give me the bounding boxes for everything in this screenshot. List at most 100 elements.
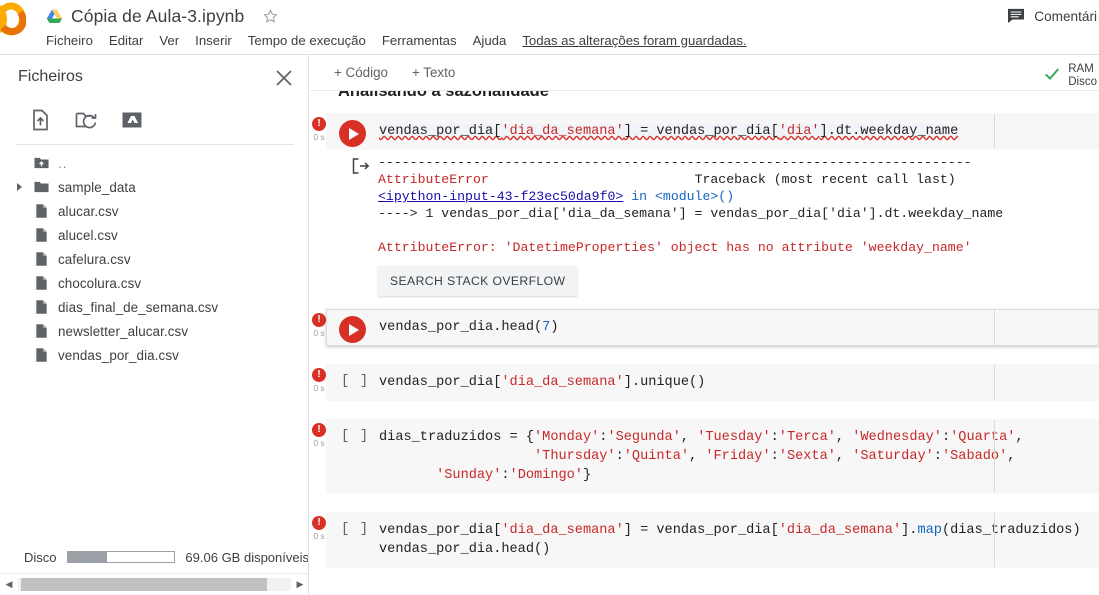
- sidebar-horizontal-scrollbar[interactable]: ◀ ▶: [0, 573, 308, 595]
- scroll-right-icon[interactable]: ▶: [291, 579, 308, 590]
- cell-prompt[interactable]: [ ]: [341, 373, 369, 389]
- chevron-right-icon[interactable]: [17, 183, 22, 191]
- resource-status[interactable]: RAM Disco: [1043, 61, 1097, 89]
- comment-button[interactable]: Comentári: [1007, 8, 1099, 24]
- files-toolbar: [0, 101, 308, 139]
- disk-usage: Disco 69.06 GB disponíveis: [0, 545, 309, 569]
- file-icon: [34, 323, 58, 339]
- cell-body[interactable]: vendas_por_dia['dia_da_semana'] = vendas…: [326, 113, 1099, 150]
- execution-time: 0 s: [313, 531, 325, 541]
- files-panel-title: Ficheiros: [18, 68, 83, 85]
- comment-icon: [1007, 8, 1025, 24]
- disk-free-label: 69.06 GB disponíveis: [185, 549, 309, 565]
- colab-window: Cópia de Aula-3.ipynb Ficheiro Editar Ve…: [0, 0, 1099, 595]
- file-icon: [34, 203, 58, 219]
- file-icon: [34, 251, 58, 267]
- file-name: vendas_por_dia.csv: [58, 347, 179, 363]
- code-cell: ! 0 s vendas_por_dia['dia_da_semana'] = …: [310, 113, 1099, 306]
- disk-usage-bar: [66, 551, 176, 563]
- notebook-area: + Código + Texto RAM Disco Analisando a …: [310, 55, 1099, 595]
- menu-item-ficheiro[interactable]: Ficheiro: [38, 31, 101, 50]
- code-editor[interactable]: vendas_por_dia['dia_da_semana'] = vendas…: [327, 513, 1098, 567]
- menu-bar: Ficheiro Editar Ver Inserir Tempo de exe…: [38, 29, 755, 51]
- list-item[interactable]: sample_data: [0, 175, 308, 199]
- error-message: AttributeError: 'DatetimeProperties' obj…: [378, 240, 972, 255]
- star-icon[interactable]: [252, 8, 279, 25]
- code-cell: ! 0 s vendas_por_dia.head(7): [310, 309, 1099, 346]
- file-name: alucel.csv: [58, 227, 118, 243]
- code-editor[interactable]: vendas_por_dia['dia_da_semana'] = vendas…: [327, 114, 1098, 149]
- cell-prompt[interactable]: [ ]: [341, 428, 369, 444]
- file-name: chocolura.csv: [58, 275, 142, 291]
- list-item[interactable]: dias_final_de_semana.csv: [0, 295, 308, 319]
- cell-prompt[interactable]: [ ]: [341, 521, 369, 537]
- in-module: in <module>(): [631, 189, 735, 204]
- colab-logo: [0, 2, 27, 36]
- input-ref-link[interactable]: <ipython-input-43-f23ec50da9f0>: [378, 189, 623, 204]
- add-code-cell-button[interactable]: + Código: [326, 61, 396, 84]
- cell-body[interactable]: vendas_por_dia.head(7): [326, 309, 1099, 346]
- scrollbar-thumb[interactable]: [21, 578, 267, 591]
- cell-width-guide: [994, 513, 995, 567]
- error-badge[interactable]: !: [312, 423, 326, 437]
- traceback-divider: ----------------------------------------…: [378, 155, 972, 170]
- scrollbar-track[interactable]: [18, 578, 291, 591]
- upload-file-icon[interactable]: [28, 108, 52, 132]
- close-icon[interactable]: [273, 67, 295, 89]
- file-icon: [34, 275, 58, 291]
- add-text-cell-button[interactable]: + Texto: [404, 61, 463, 84]
- code-editor[interactable]: vendas_por_dia['dia_da_semana'].unique(): [327, 365, 1098, 400]
- run-cell-button[interactable]: [339, 316, 366, 343]
- parent-folder-icon: [34, 155, 58, 171]
- list-item[interactable]: vendas_por_dia.csv: [0, 343, 308, 367]
- cell-body[interactable]: [ ] vendas_por_dia['dia_da_semana'].uniq…: [326, 364, 1099, 401]
- list-item[interactable]: newsletter_alucar.csv: [0, 319, 308, 343]
- menu-item-editar[interactable]: Editar: [101, 31, 151, 50]
- mount-drive-icon[interactable]: [120, 108, 144, 132]
- cell-output: ----------------------------------------…: [326, 150, 1099, 306]
- refresh-folder-icon[interactable]: [74, 108, 98, 132]
- error-badge[interactable]: !: [312, 516, 326, 530]
- menu-item-inserir[interactable]: Inserir: [187, 31, 240, 50]
- traceback-arrow-line: ----> 1 vendas_por_dia['dia_da_semana'] …: [378, 206, 1004, 221]
- list-item[interactable]: cafelura.csv: [0, 247, 308, 271]
- file-icon: [34, 227, 58, 243]
- code-editor[interactable]: vendas_por_dia.head(7): [327, 310, 1098, 345]
- comment-label: Comentári: [1034, 8, 1097, 24]
- files-sidebar: Ficheiros .. sample_data alucar.csv aluc…: [0, 55, 309, 595]
- files-sidebar-header: Ficheiros: [0, 55, 308, 101]
- top-bar: Cópia de Aula-3.ipynb Ficheiro Editar Ve…: [0, 0, 1099, 55]
- scroll-left-icon[interactable]: ◀: [0, 579, 18, 590]
- check-icon: [1043, 61, 1061, 83]
- list-item[interactable]: alucel.csv: [0, 223, 308, 247]
- save-status-link[interactable]: Todas as alterações foram guardadas.: [514, 31, 754, 50]
- cell-width-guide: [994, 365, 995, 400]
- list-item[interactable]: chocolura.csv: [0, 271, 308, 295]
- error-type: AttributeError: [378, 172, 489, 187]
- error-badge[interactable]: !: [312, 117, 326, 131]
- error-badge[interactable]: !: [312, 313, 326, 327]
- notebook-scroll-region: Analisando a sazonalidade ! 0 s vendas_p…: [310, 91, 1099, 595]
- file-name: cafelura.csv: [58, 251, 131, 267]
- file-name: dias_final_de_semana.csv: [58, 299, 219, 315]
- execution-time: 0 s: [313, 383, 325, 393]
- list-item[interactable]: ..: [0, 151, 308, 175]
- file-name: ..: [58, 155, 68, 171]
- resource-labels: RAM Disco: [1068, 61, 1097, 89]
- error-badge[interactable]: !: [312, 368, 326, 382]
- search-stack-overflow-button[interactable]: SEARCH STACK OVERFLOW: [378, 266, 578, 296]
- cell-body[interactable]: [ ] dias_traduzidos = {'Monday':'Segunda…: [326, 419, 1099, 494]
- cell-width-guide: [994, 310, 995, 345]
- cell-width-guide: [994, 114, 995, 149]
- menu-item-ferramentas[interactable]: Ferramentas: [374, 31, 465, 50]
- menu-item-tempo-de-execucao[interactable]: Tempo de execução: [240, 31, 374, 50]
- traceback-text: ----------------------------------------…: [326, 150, 1099, 260]
- cell-width-guide: [994, 420, 995, 493]
- menu-item-ajuda[interactable]: Ajuda: [465, 31, 515, 50]
- drive-icon: [46, 9, 63, 24]
- cell-body[interactable]: [ ] vendas_por_dia['dia_da_semana'] = ve…: [326, 512, 1099, 568]
- code-editor[interactable]: dias_traduzidos = {'Monday':'Segunda', '…: [327, 420, 1098, 493]
- run-cell-button[interactable]: [339, 120, 366, 147]
- menu-item-ver[interactable]: Ver: [151, 31, 187, 50]
- list-item[interactable]: alucar.csv: [0, 199, 308, 223]
